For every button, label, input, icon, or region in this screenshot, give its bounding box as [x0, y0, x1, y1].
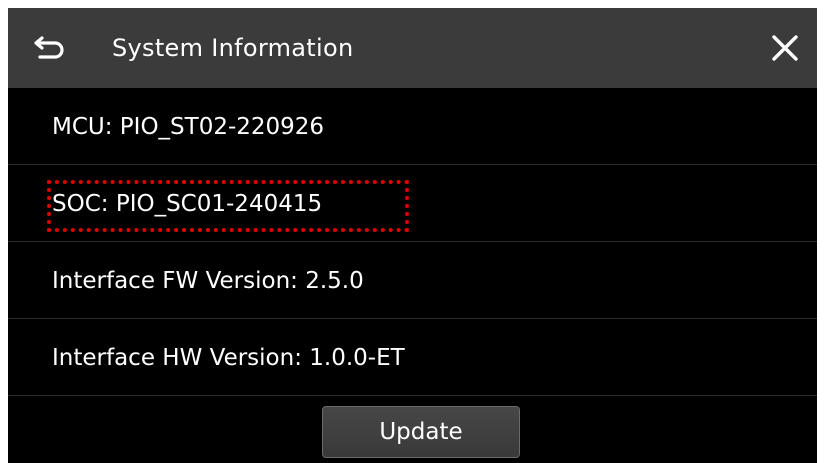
title-bar: System Information	[8, 8, 817, 88]
interface-fw-version-text: Interface FW Version: 2.5.0	[52, 268, 364, 294]
close-icon	[772, 35, 798, 61]
info-list: MCU: PIO_ST02-220926 SOC: PIO_SC01-24041…	[8, 88, 817, 396]
back-arrow-icon	[34, 36, 64, 59]
update-button[interactable]: Update	[322, 406, 520, 458]
soc-version-text: SOC: PIO_SC01-240415	[52, 191, 323, 217]
page-title: System Information	[112, 34, 354, 62]
mcu-version-text: MCU: PIO_ST02-220926	[52, 114, 325, 140]
info-row-mcu: MCU: PIO_ST02-220926	[8, 88, 817, 165]
info-row-soc: SOC: PIO_SC01-240415	[8, 165, 817, 242]
interface-hw-version-text: Interface HW Version: 1.0.0-ET	[52, 345, 405, 371]
close-button[interactable]	[763, 26, 807, 70]
system-information-screen: System Information MCU: PIO_ST02-220926 …	[8, 8, 817, 463]
back-button[interactable]	[28, 26, 72, 70]
info-row-interface-fw: Interface FW Version: 2.5.0	[8, 242, 817, 319]
footer-bar: Update	[8, 398, 817, 463]
info-row-interface-hw: Interface HW Version: 1.0.0-ET	[8, 319, 817, 396]
